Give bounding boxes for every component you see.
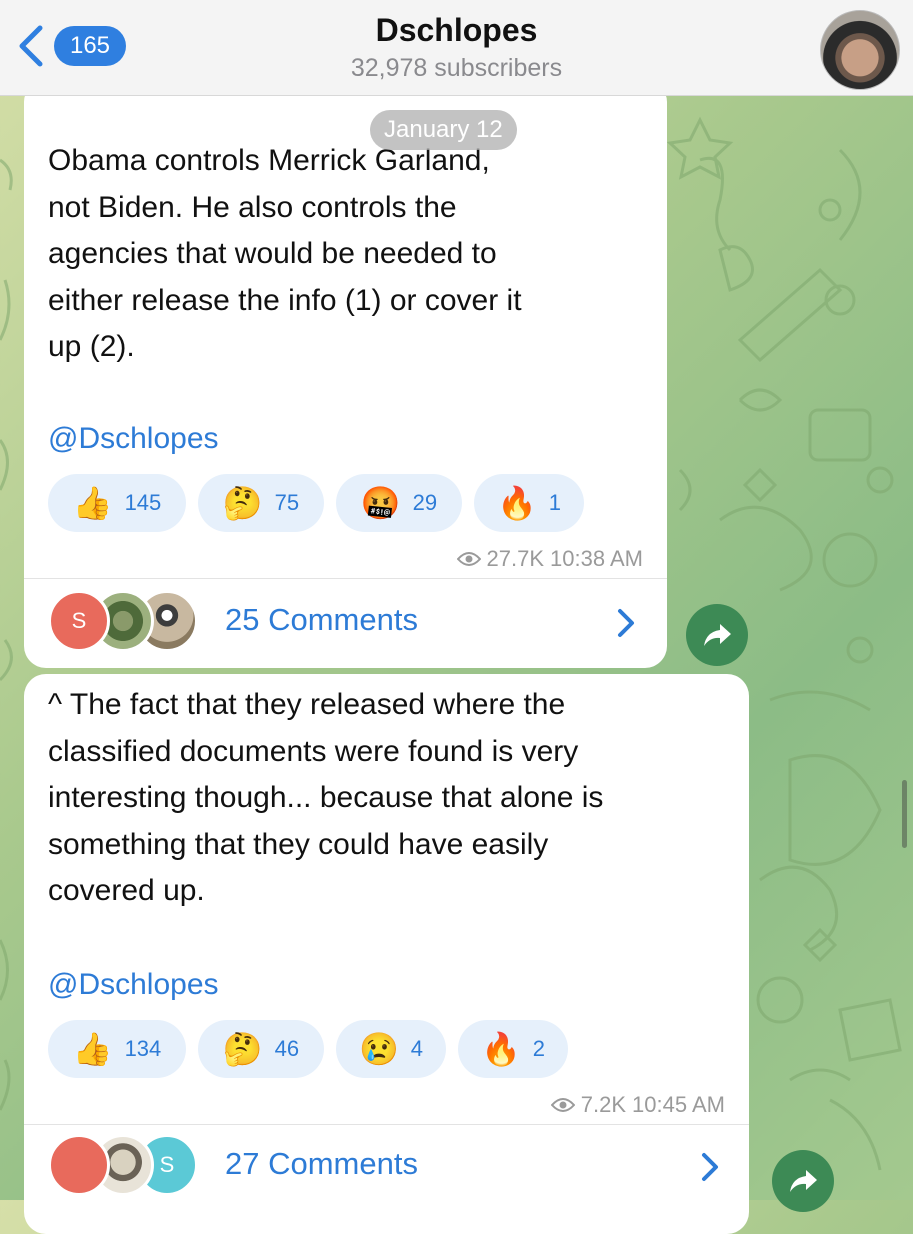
- reaction-count: 134: [124, 1036, 162, 1061]
- view-count: 27.7K: [486, 546, 545, 571]
- chevron-right-icon: [702, 1153, 718, 1181]
- view-count: 7.2K: [580, 1092, 627, 1117]
- reaction-count: 75: [274, 490, 300, 515]
- reaction-thinking[interactable]: 🤔 46: [198, 1020, 324, 1078]
- reaction-fire[interactable]: 🔥 1: [474, 474, 584, 532]
- message-time: 10:45 AM: [632, 1092, 725, 1117]
- reactions-bar: 👍 134 🤔 46 😢 4 🔥 2: [48, 1020, 568, 1078]
- commenter-avatar: [48, 1134, 110, 1196]
- reaction-count: 29: [412, 490, 438, 515]
- reaction-count: 4: [410, 1036, 424, 1061]
- fire-icon: 🔥: [480, 1031, 521, 1067]
- channel-header: 165 Dschlopes 32,978 subscribers: [0, 0, 913, 96]
- cursing-face-icon: 🤬: [360, 485, 401, 521]
- chevron-right-icon: [618, 609, 634, 637]
- comments-button[interactable]: S 27 Comments: [24, 1124, 749, 1214]
- thumbs-up-icon: 👍: [72, 1031, 113, 1067]
- share-button[interactable]: [686, 604, 748, 666]
- crying-face-icon: 😢: [358, 1031, 399, 1067]
- comments-count-label: 27 Comments: [225, 1146, 418, 1181]
- reaction-count: 46: [274, 1036, 300, 1061]
- reaction-fire[interactable]: 🔥 2: [458, 1020, 568, 1078]
- message-meta: 27.7K 10:38 AM: [456, 546, 643, 572]
- subscriber-count: 32,978 subscribers: [350, 54, 563, 82]
- channel-title[interactable]: Dschlopes: [0, 12, 913, 49]
- message-text: ^ The fact that they released where the …: [48, 688, 604, 907]
- share-arrow-icon: [790, 1170, 817, 1192]
- reaction-thinking[interactable]: 🤔 75: [198, 474, 324, 532]
- reaction-thumbs-up[interactable]: 👍 145: [48, 474, 186, 532]
- share-button[interactable]: [772, 1150, 834, 1212]
- channel-mention-link[interactable]: @Dschlopes: [48, 968, 219, 1002]
- scrollbar[interactable]: [902, 780, 907, 848]
- thinking-face-icon: 🤔: [222, 485, 263, 521]
- message-meta: 7.2K 10:45 AM: [550, 1092, 725, 1118]
- message-bubble[interactable]: Obama controls Merrick Garland, not Bide…: [24, 80, 667, 668]
- comments-button[interactable]: S 25 Comments: [24, 578, 667, 668]
- commenter-avatar: S: [48, 590, 110, 652]
- channel-mention-link[interactable]: @Dschlopes: [48, 422, 219, 456]
- reactions-bar: 👍 145 🤔 75 🤬 29 🔥 1: [48, 474, 584, 532]
- fire-icon: 🔥: [496, 485, 537, 521]
- thumbs-up-icon: 👍: [72, 485, 113, 521]
- message-text: Obama controls Merrick Garland, not Bide…: [48, 144, 522, 363]
- reaction-count: 1: [548, 490, 562, 515]
- eye-icon: [550, 1098, 575, 1112]
- reaction-cursing[interactable]: 🤬 29: [336, 474, 462, 532]
- reaction-thumbs-up[interactable]: 👍 134: [48, 1020, 186, 1078]
- message-time: 10:38 AM: [550, 546, 643, 571]
- comments-count-label: 25 Comments: [225, 602, 418, 637]
- reaction-count: 145: [124, 490, 162, 515]
- eye-icon: [456, 552, 481, 566]
- message-bubble[interactable]: ^ The fact that they released where the …: [24, 674, 749, 1234]
- reaction-count: 2: [532, 1036, 546, 1061]
- thinking-face-icon: 🤔: [222, 1031, 263, 1067]
- channel-avatar[interactable]: [820, 10, 900, 90]
- date-separator: January 12: [370, 110, 517, 150]
- reaction-crying[interactable]: 😢 4: [336, 1020, 446, 1078]
- share-arrow-icon: [704, 624, 731, 646]
